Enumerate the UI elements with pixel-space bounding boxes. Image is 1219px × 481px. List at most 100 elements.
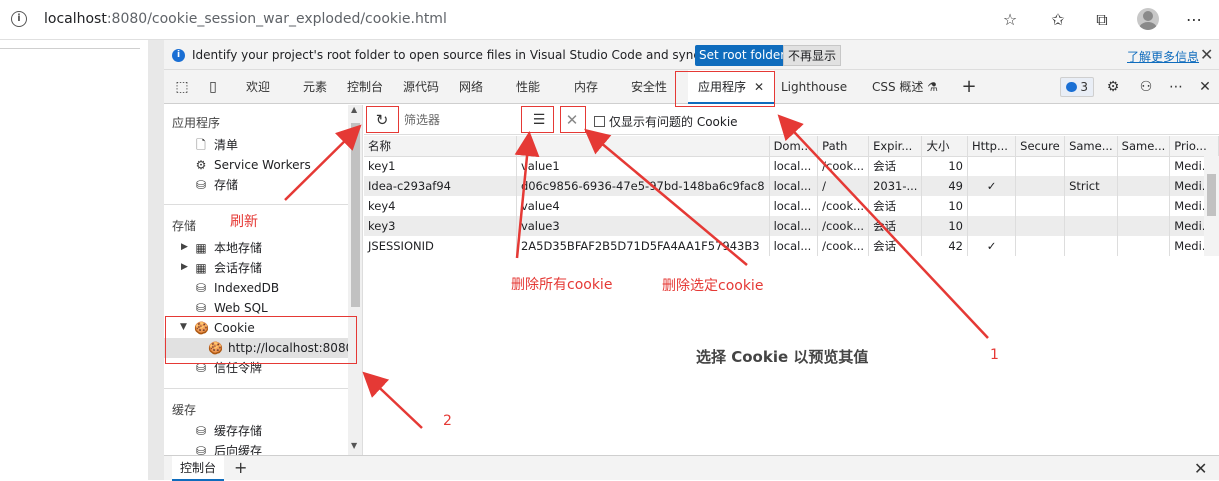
column-header[interactable]: 大小 [921, 136, 968, 157]
scrollbar-thumb[interactable] [351, 123, 360, 307]
device-toolbar-icon[interactable]: ▯ [204, 78, 222, 96]
collections-icon[interactable]: ⧉ [1091, 9, 1113, 31]
tree-item-service-workers[interactable]: ⚙ Service Workers [194, 155, 311, 175]
clear-all-cookies-button[interactable]: ☰ [527, 108, 551, 132]
table-cell [1015, 236, 1066, 256]
tree-item-cache-storage[interactable]: ⛁ 缓存存储 [194, 421, 262, 441]
column-header[interactable]: Http... [967, 136, 1017, 157]
column-header[interactable]: Expir... [868, 136, 923, 157]
only-issues-checkbox[interactable]: 仅显示有问题的 Cookie [594, 113, 738, 130]
tab-welcome[interactable]: 欢迎 [246, 70, 270, 104]
table-cell: local... [769, 236, 819, 256]
table-row[interactable]: key3 value3 local.../cook... 会话 10 Medi... [364, 216, 1219, 236]
learn-more-link[interactable]: 了解更多信息 [1127, 48, 1199, 65]
dont-show-again-button[interactable]: 不再显示 [783, 45, 842, 66]
database-icon: ⛁ [195, 281, 207, 295]
checkbox-icon[interactable] [594, 116, 605, 127]
section-title-application: 应用程序 [172, 116, 221, 130]
column-header[interactable]: 值 [516, 136, 770, 157]
table-row[interactable]: key1 value1 local.../cook... 会话 10 Medi... [364, 156, 1219, 176]
site-info-icon[interactable]: i [11, 11, 27, 27]
profile-avatar[interactable] [1137, 8, 1159, 30]
collapse-arrow-icon[interactable]: ▼ [180, 322, 187, 332]
tree-item-websql[interactable]: ⛁ Web SQL [194, 298, 268, 318]
scrollbar-thumb[interactable] [1207, 174, 1216, 216]
tab-performance[interactable]: 性能 [516, 70, 540, 104]
set-root-folder-button[interactable]: Set root folder [695, 45, 790, 66]
refresh-button[interactable]: ↻ [370, 108, 394, 132]
close-devtools-icon[interactable]: ✕ [1196, 78, 1214, 96]
issues-badge[interactable]: 3 [1060, 77, 1094, 97]
table-cell: /cook... [817, 216, 870, 236]
close-drawer-icon[interactable]: ✕ [1194, 459, 1207, 478]
tab-memory[interactable]: 内存 [574, 70, 598, 104]
tab-css-overview[interactable]: CSS 概述 ⚗ [872, 70, 938, 104]
table-cell: ✓ [967, 236, 1017, 256]
column-header[interactable]: Same... [1117, 136, 1171, 157]
scroll-down-icon[interactable]: ▼ [351, 441, 357, 450]
tree-item-storage[interactable]: ⛁ 存储 [194, 175, 238, 195]
table-cell: Strict [1064, 176, 1118, 196]
settings-gear-icon[interactable]: ⚙ [1104, 78, 1122, 96]
table-cell: key3 [364, 216, 517, 236]
column-header[interactable]: Dom... [769, 136, 819, 157]
url-field[interactable]: localhost:8080/cookie_session_war_explod… [44, 11, 447, 27]
tree-item-back-forward-cache[interactable]: ⛁ 后向缓存 [194, 441, 262, 455]
add-favorite-icon[interactable]: ☆ [999, 9, 1021, 31]
scroll-up-icon[interactable]: ▲ [351, 105, 357, 114]
add-tab-icon[interactable]: + [960, 78, 978, 96]
tab-sources[interactable]: 源代码 [403, 70, 439, 104]
tree-item-indexeddb[interactable]: ⛁ IndexedDB [194, 278, 279, 298]
tab-elements[interactable]: 元素 [303, 70, 327, 104]
table-cell: 会话 [868, 216, 923, 236]
tree-item-cookie-origin[interactable]: 🍪 http://localhost:8080 [208, 338, 353, 358]
delete-selected-button[interactable]: ✕ [560, 108, 584, 132]
tab-security[interactable]: 安全性 [631, 70, 667, 104]
table-scrollbar[interactable] [1204, 156, 1219, 256]
table-cell: 42 [921, 236, 968, 256]
database-icon: ⛁ [195, 424, 207, 438]
more-options-icon[interactable]: ⋯ [1167, 78, 1185, 96]
table-cell: 49 [921, 176, 968, 196]
more-menu-icon[interactable]: ⋯ [1183, 9, 1205, 31]
drawer-tab-console[interactable]: 控制台 [172, 456, 225, 481]
table-cell: 10 [921, 156, 968, 176]
column-header[interactable]: 名称 [364, 136, 517, 157]
tree-item-manifest[interactable]: 🗋 清单 [194, 135, 238, 155]
flask-icon: ⚗ [927, 80, 939, 94]
table-row[interactable]: Idea-c293af94 d06c9856-6936-47e5-97bd-148… [364, 176, 1219, 196]
tab-console[interactable]: 控制台 [347, 70, 383, 104]
table-row[interactable]: JSESSIONID 2A5D35BFAF2B5D71D5FA4AA1F57943… [364, 236, 1219, 256]
tab-network[interactable]: 网络 [459, 70, 483, 104]
column-header[interactable]: Secure [1015, 136, 1066, 157]
tree-item-trust-tokens[interactable]: ⛁ 信任令牌 [194, 358, 262, 378]
remote-devices-icon[interactable]: ⚇ [1137, 78, 1155, 96]
table-cell: key4 [364, 196, 517, 216]
close-tab-icon[interactable]: ✕ [754, 80, 764, 94]
sidebar-scrollbar[interactable]: ▲ ▼ [348, 105, 362, 455]
table-cell: local... [769, 176, 819, 196]
page-devtools-splitter[interactable] [148, 40, 164, 480]
cookie-icon: 🍪 [208, 341, 223, 355]
add-drawer-tab-icon[interactable]: + [234, 458, 247, 477]
column-header[interactable]: Same... [1064, 136, 1118, 157]
expand-arrow-icon[interactable]: ▶ [181, 242, 188, 252]
refresh-icon: ↻ [375, 111, 389, 129]
tab-lighthouse[interactable]: Lighthouse [781, 70, 847, 104]
close-icon[interactable]: ✕ [1200, 45, 1213, 64]
devtools-tab-bar: ⬚ ▯ 欢迎 元素 控制台 源代码 网络 性能 内存 安全性 应用程序 ✕ Lig… [164, 70, 1219, 104]
annotation-label-delete-selected: 删除选定cookie [662, 278, 764, 294]
expand-arrow-icon[interactable]: ▶ [181, 262, 188, 272]
table-row[interactable]: key4 value4 local.../cook... 会话 10 Medi... [364, 196, 1219, 216]
tree-item-session-storage[interactable]: ▦ 会话存储 [194, 258, 262, 278]
tab-application[interactable]: 应用程序 ✕ [688, 70, 775, 104]
column-header[interactable]: Prio... [1169, 136, 1219, 157]
tree-item-cookie[interactable]: 🍪 Cookie [194, 318, 255, 338]
inspect-element-icon[interactable]: ⬚ [173, 78, 191, 96]
database-icon: ⛁ [195, 361, 207, 375]
filter-input[interactable] [402, 109, 520, 131]
tree-item-local-storage[interactable]: ▦ 本地存储 [194, 238, 262, 258]
favorites-icon[interactable]: ✩ [1047, 9, 1069, 31]
table-cell: local... [769, 196, 819, 216]
column-header[interactable]: Path [817, 136, 870, 157]
